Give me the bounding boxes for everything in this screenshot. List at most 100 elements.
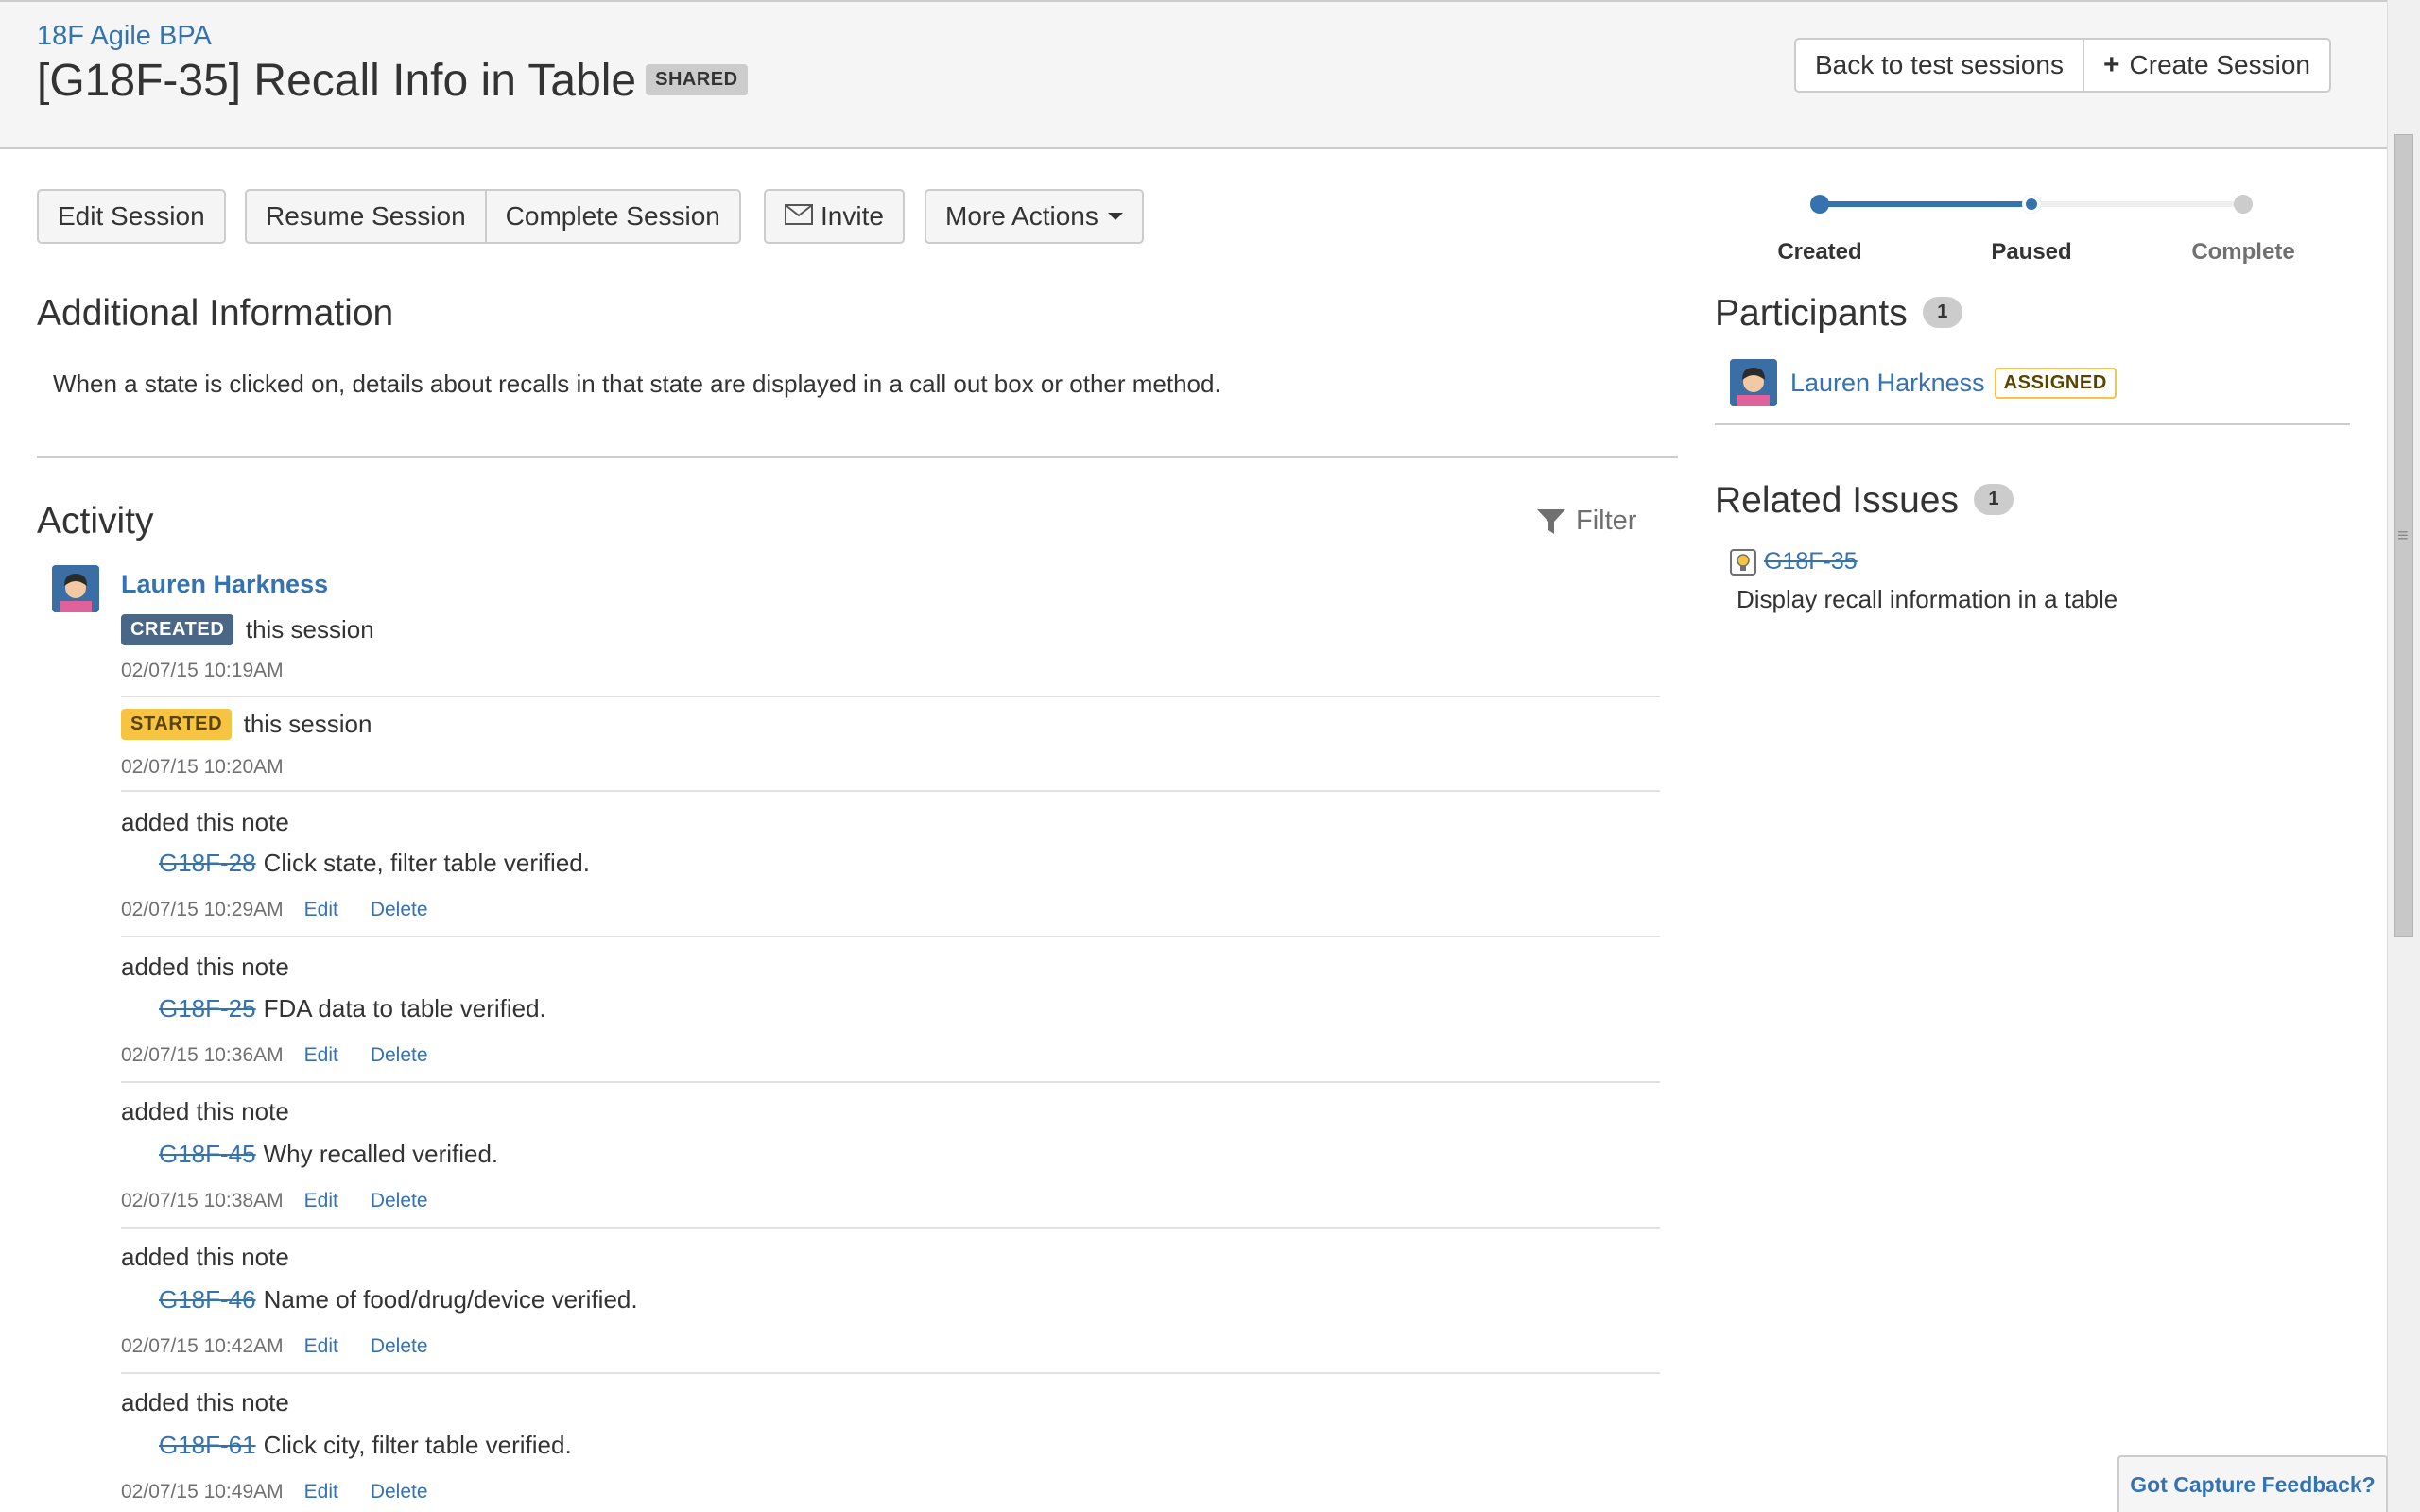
note-header: added this note <box>121 1097 289 1125</box>
scrollbar-grip-icon: ≡ <box>2397 525 2409 546</box>
activity-heading: Activity <box>37 501 154 541</box>
filter-button[interactable]: Filter <box>1536 506 1636 537</box>
note-issue-link[interactable]: G18F-28 <box>159 849 256 877</box>
participants-divider <box>1715 423 2350 425</box>
note-issue-link[interactable]: G18F-46 <box>159 1285 256 1314</box>
edit-session-button[interactable]: Edit Session <box>37 189 226 244</box>
user-avatar-icon <box>52 565 99 612</box>
note-delete-link[interactable]: Delete <box>371 1190 428 1211</box>
note-text: FDA data to table verified. <box>263 994 546 1022</box>
note-edit-link[interactable]: Edit <box>304 1335 338 1357</box>
note-delete-link[interactable]: Delete <box>371 899 428 920</box>
note-delete-link[interactable]: Delete <box>371 1044 428 1066</box>
note-header: added this note <box>121 953 289 981</box>
note-timestamp: 02/07/15 10:49AM <box>121 1481 284 1503</box>
session-state-button-group: Resume Session Complete Session <box>245 189 741 244</box>
note-meta: 02/07/15 10:29AM Edit Delete <box>121 899 428 921</box>
chevron-down-icon <box>1107 213 1123 220</box>
note-meta: 02/07/15 10:42AM Edit Delete <box>121 1335 428 1358</box>
participant-name[interactable]: Lauren Harkness <box>1790 369 1985 398</box>
capture-feedback-button[interactable]: Got Capture Feedback? <box>2118 1455 2388 1512</box>
resume-session-button[interactable]: Resume Session <box>245 189 487 244</box>
event-text: this session <box>243 710 372 738</box>
plus-icon: + <box>2103 49 2120 80</box>
participants-heading: Participants 1 <box>1715 293 1962 335</box>
related-issue-summary: Display recall information in a table <box>1737 585 2118 613</box>
tracker-label-paused: Paused <box>1991 239 2072 265</box>
tracker-line-pending <box>2031 201 2243 207</box>
participants-heading-text: Participants <box>1715 293 1908 334</box>
invite-button[interactable]: Invite <box>764 189 905 244</box>
participants-count-badge: 1 <box>1922 297 1962 329</box>
note-body: G18F-46 Name of food/drug/device verified… <box>159 1285 638 1314</box>
activity-author-name[interactable]: Lauren Harkness <box>121 570 328 599</box>
note-edit-link[interactable]: Edit <box>304 1481 338 1503</box>
tracker-dot-complete <box>2234 195 2253 214</box>
note-text: Click city, filter table verified. <box>263 1431 572 1459</box>
started-lozenge: STARTED <box>121 709 233 740</box>
tracker-label-created: Created <box>1777 239 1862 265</box>
back-to-sessions-button[interactable]: Back to test sessions <box>1794 38 2085 93</box>
tracker-line-completed <box>1820 201 2031 207</box>
note-text: Why recalled verified. <box>263 1140 499 1168</box>
related-issue-item: G18F-35 Display recall information in a … <box>1730 548 2118 614</box>
note-header: added this note <box>121 1243 289 1271</box>
create-session-label: Create Session <box>2129 50 2310 79</box>
lightbulb-icon <box>1730 548 1756 576</box>
event-timestamp: 02/07/15 10:19AM <box>121 660 284 681</box>
page-title: [G18F-35] Recall Info in Table SHARED <box>37 55 748 107</box>
complete-session-button[interactable]: Complete Session <box>486 189 741 244</box>
note-meta: 02/07/15 10:49AM Edit Delete <box>121 1481 428 1503</box>
note-issue-link[interactable]: G18F-61 <box>159 1431 256 1459</box>
filter-label: Filter <box>1576 506 1637 536</box>
project-link[interactable]: 18F Agile BPA <box>37 21 212 52</box>
related-issue-key-row: G18F-35 <box>1730 548 2118 576</box>
filter-icon <box>1537 508 1565 534</box>
envelope-icon <box>785 201 813 232</box>
note-issue-link[interactable]: G18F-45 <box>159 1140 256 1168</box>
note-edit-link[interactable]: Edit <box>304 899 338 920</box>
activity-separator <box>121 936 1660 937</box>
session-progress-tracker: Created Paused Complete <box>1777 184 2295 269</box>
activity-separator <box>121 790 1660 792</box>
note-issue-link[interactable]: G18F-25 <box>159 994 256 1022</box>
header-actions: Back to test sessions + Create Session <box>1794 38 2331 93</box>
note-body: G18F-45 Why recalled verified. <box>159 1140 498 1169</box>
related-issue-link[interactable]: G18F-35 <box>1764 548 1858 576</box>
section-divider <box>37 456 1678 458</box>
note-header: added this note <box>121 808 289 836</box>
note-body: G18F-28 Click state, filter table verifie… <box>159 849 590 878</box>
note-body: G18F-25 FDA data to table verified. <box>159 994 546 1023</box>
tracker-dot-created <box>1810 195 1829 214</box>
note-timestamp: 02/07/15 10:38AM <box>121 1190 284 1211</box>
vertical-scrollbar[interactable]: ≡ <box>2387 0 2420 1512</box>
activity-event-created: CREATED this session <box>121 614 1660 645</box>
note-delete-link[interactable]: Delete <box>371 1335 428 1357</box>
note-timestamp: 02/07/15 10:36AM <box>121 1044 284 1066</box>
note-edit-link[interactable]: Edit <box>304 1044 338 1066</box>
shared-lozenge: SHARED <box>646 63 748 95</box>
related-issues-count-badge: 1 <box>1973 484 2014 516</box>
page-title-text: [G18F-35] Recall Info in Table <box>37 56 637 106</box>
tracker-label-complete: Complete <box>2191 239 2295 265</box>
user-avatar-icon <box>1730 359 1777 406</box>
page-header: 18F Agile BPA [G18F-35] Recall Info in T… <box>0 0 2388 149</box>
activity-separator <box>121 1227 1660 1228</box>
participant-item: Lauren Harkness ASSIGNED <box>1730 359 2117 406</box>
more-actions-button[interactable]: More Actions <box>925 189 1144 244</box>
activity-author-avatar[interactable] <box>52 565 99 612</box>
note-timestamp: 02/07/15 10:42AM <box>121 1335 284 1357</box>
note-delete-link[interactable]: Delete <box>371 1481 428 1503</box>
tracker-dot-paused <box>2022 195 2041 214</box>
invite-label: Invite <box>821 201 884 231</box>
note-header: added this note <box>121 1388 289 1417</box>
event-text: this session <box>245 615 374 644</box>
session-description: When a state is clicked on, details abou… <box>53 369 1221 398</box>
participant-avatar[interactable] <box>1730 359 1777 406</box>
activity-separator <box>121 1081 1660 1083</box>
create-session-button[interactable]: + Create Session <box>2084 38 2331 93</box>
activity-event-started: STARTED this session <box>121 709 1660 740</box>
activity-separator <box>121 1372 1660 1374</box>
related-issues-heading-text: Related Issues <box>1715 480 1959 521</box>
note-edit-link[interactable]: Edit <box>304 1190 338 1211</box>
